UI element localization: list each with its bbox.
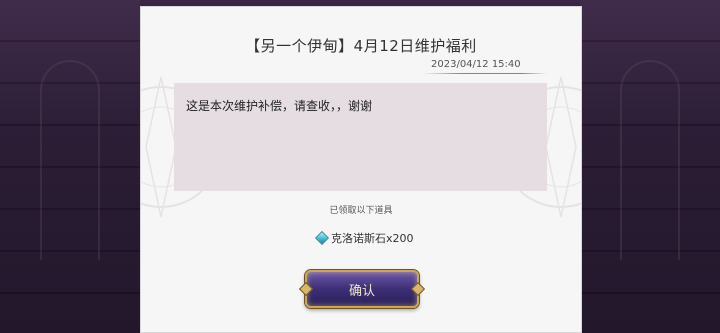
date-divider bbox=[423, 73, 547, 74]
reward-item-text: 克洛诺斯石x200 bbox=[331, 232, 414, 245]
confirm-button[interactable]: 确认 bbox=[305, 270, 419, 308]
mail-message-box: 这是本次维护补偿，请查收，，谢谢 bbox=[174, 83, 547, 191]
mail-dialog: 【另一个伊甸】4月12日维护福利 2023/04/12 15:40 这是本次维护… bbox=[140, 6, 582, 333]
mail-message-text: 这是本次维护补偿，请查收，，谢谢 bbox=[186, 99, 373, 113]
background-arch-right bbox=[620, 60, 680, 260]
received-items-label: 已领取以下道具 bbox=[329, 206, 393, 216]
reward-item: 克洛诺斯石x200 bbox=[314, 230, 414, 246]
mail-date: 2023/04/12 15:40 bbox=[431, 59, 521, 70]
mail-title: 【另一个伊甸】4月12日维护福利 bbox=[245, 37, 477, 55]
confirm-button-label: 确认 bbox=[348, 283, 375, 299]
chronos-stone-icon bbox=[314, 230, 330, 246]
background-arch-left bbox=[40, 60, 100, 260]
